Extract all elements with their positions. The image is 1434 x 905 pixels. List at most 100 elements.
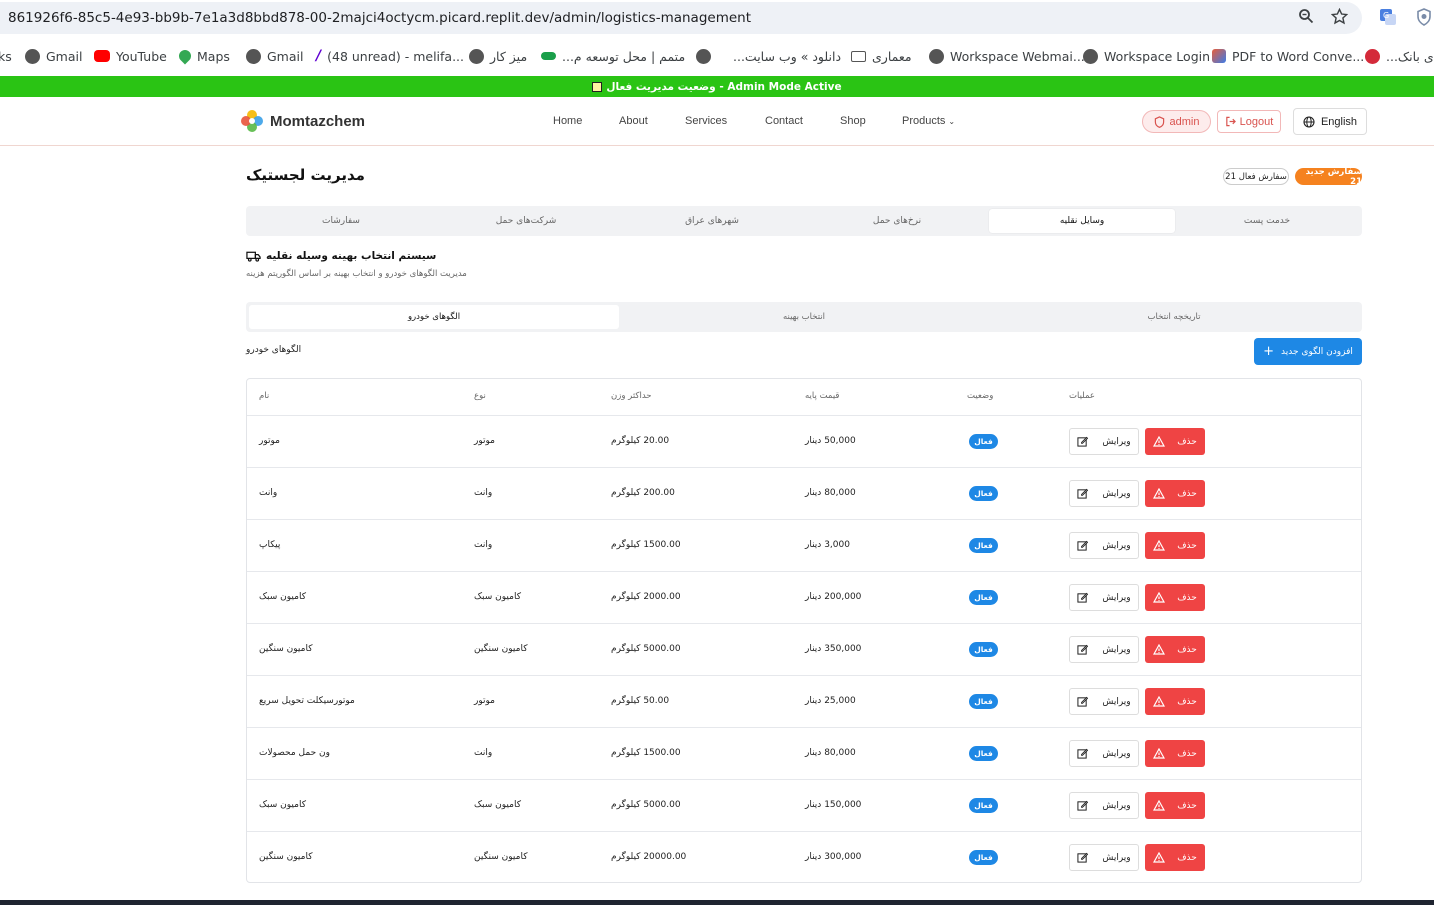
page-title: مدیریت لجستیک <box>246 166 365 184</box>
edit-label: ویرایش <box>1102 540 1131 551</box>
bookmark-maps[interactable]: Maps <box>176 47 230 65</box>
edit-icon <box>1077 800 1089 811</box>
delete-button[interactable]: حذف <box>1145 584 1205 611</box>
table-row: کامیون سنگین کامیون سنگین 20000.00 کیلوگ… <box>247 832 1361 882</box>
cell-base-price: 25,000 دینار <box>805 696 856 706</box>
nav-about[interactable]: About <box>619 115 648 127</box>
cell-name: پیکاپ <box>259 540 281 550</box>
bookmark-globe[interactable] <box>696 47 711 65</box>
tab-carriers[interactable]: شرکت‌های حمل <box>433 209 619 233</box>
edit-button[interactable]: ویرایش <box>1069 480 1139 507</box>
table-header: نام نوع حداکثر وزن قیمت پایه وضعیت عملیا… <box>247 379 1361 416</box>
cell-type: وانت <box>474 540 493 550</box>
bookmark-label: Workspace Login <box>1104 48 1211 64</box>
delete-label: حذف <box>1177 540 1197 551</box>
pdf-icon <box>1212 49 1226 63</box>
nav-shop[interactable]: Shop <box>840 115 866 127</box>
cell-max-weight: 1500.00 کیلوگرم <box>611 540 681 550</box>
tab-orders[interactable]: سفارشات <box>249 209 433 233</box>
table-row: کامیون سبک کامیون سبک 5000.00 کیلوگرم 15… <box>247 780 1361 832</box>
edit-button[interactable]: ویرایش <box>1069 532 1139 559</box>
bookmark-gmail-2[interactable]: Gmail <box>246 47 303 65</box>
bookmark-bank[interactable]: ی بانک... <box>1365 47 1434 65</box>
brand-logo[interactable]: Momtazchem <box>240 109 365 133</box>
bookmark-webmail[interactable]: Workspace Webmai... <box>929 47 1085 65</box>
delete-button[interactable]: حذف <box>1145 428 1205 455</box>
edit-icon <box>1077 540 1089 551</box>
delete-button[interactable]: حذف <box>1145 532 1205 559</box>
bookmark-motamem[interactable]: متمم | محل توسعه م... <box>541 47 685 65</box>
bookmark-workspace-login[interactable]: Workspace Login <box>1083 47 1210 65</box>
warning-icon <box>1153 696 1166 707</box>
edit-label: ویرایش <box>1102 592 1131 603</box>
edit-button[interactable]: ویرایش <box>1069 844 1139 871</box>
status-badge: فعال <box>969 798 998 813</box>
status-badge: فعال <box>969 590 998 605</box>
tab-shipping-rates[interactable]: نرخ‌های حمل <box>805 209 989 233</box>
warning-icon <box>1153 748 1166 759</box>
edit-button[interactable]: ویرایش <box>1069 584 1139 611</box>
delete-button[interactable]: حذف <box>1145 480 1205 507</box>
edit-button[interactable]: ویرایش <box>1069 792 1139 819</box>
motamem-icon <box>541 52 556 60</box>
bookmark-memari[interactable]: معماری <box>851 47 912 65</box>
edit-label: ویرایش <box>1102 644 1131 655</box>
cell-type: کامیون سنگین <box>474 644 528 654</box>
bookmark-download[interactable]: دانلود » وب سایت... <box>733 47 841 65</box>
edit-button[interactable]: ویرایش <box>1069 636 1139 663</box>
bookmark-youtube[interactable]: YouTube <box>94 47 167 65</box>
nav-home[interactable]: Home <box>553 115 582 127</box>
delete-label: حذف <box>1177 748 1197 759</box>
edit-icon <box>1077 592 1089 603</box>
cell-name: کامیون سنگین <box>259 644 313 654</box>
cell-name: ون حمل محصولات <box>259 748 330 758</box>
edit-icon <box>1077 436 1089 447</box>
zoom-icon[interactable] <box>1297 7 1315 25</box>
edit-button[interactable]: ویرایش <box>1069 740 1139 767</box>
delete-label: حذف <box>1177 696 1197 707</box>
bookmark-yahoo[interactable]: / (48 unread) - melifa... <box>316 47 464 65</box>
svg-text:G: G <box>1383 11 1389 20</box>
logout-button[interactable]: Logout <box>1217 110 1281 133</box>
tab-optimal-selection[interactable]: انتخاب بهینه <box>619 305 989 329</box>
status-badge: فعال <box>969 538 998 553</box>
bookmark-label: میز کار <box>490 48 528 64</box>
table-row: پیکاپ وانت 1500.00 کیلوگرم 3,000 دینار ف… <box>247 520 1361 572</box>
address-bar[interactable]: 861926f6-85c5-4e93-bb9b-7e1a3d8bbd878-00… <box>0 2 1362 34</box>
delete-button[interactable]: حذف <box>1145 688 1205 715</box>
tab-vehicle-templates[interactable]: الگوهای خودرو <box>249 305 619 329</box>
nav-contact[interactable]: Contact <box>765 115 803 127</box>
bookmark-pdf[interactable]: PDF to Word Conve... <box>1212 47 1364 65</box>
admin-button[interactable]: admin <box>1142 110 1211 133</box>
taskbar-edge <box>0 900 1434 905</box>
edit-icon <box>1077 488 1089 499</box>
delete-button[interactable]: حذف <box>1145 740 1205 767</box>
tab-postal-service[interactable]: خدمت پست <box>1175 209 1359 233</box>
edit-label: ویرایش <box>1102 800 1131 811</box>
delete-button[interactable]: حذف <box>1145 636 1205 663</box>
shield-extension-icon[interactable] <box>1416 8 1434 26</box>
cell-base-price: 300,000 دینار <box>805 852 862 862</box>
edit-icon <box>1077 852 1089 863</box>
edit-button[interactable]: ویرایش <box>1069 688 1139 715</box>
delete-label: حذف <box>1177 488 1197 499</box>
nav-services[interactable]: Services <box>685 115 727 127</box>
translate-extension-icon[interactable]: G <box>1379 8 1397 26</box>
tab-iraq-cities[interactable]: شهرهای عراق <box>619 209 805 233</box>
chevron-down-icon: ⌄ <box>948 116 956 126</box>
delete-label: حذف <box>1177 592 1197 603</box>
tab-vehicles[interactable]: وسایل نقلیه <box>989 209 1175 233</box>
add-template-button[interactable]: افزودن الگوی جدید + <box>1254 338 1362 365</box>
nav-products[interactable]: Products ⌄ <box>902 115 955 127</box>
bookmark-mizkar[interactable]: میز کار <box>469 47 527 65</box>
language-button[interactable]: English <box>1293 108 1367 135</box>
tab-selection-history[interactable]: تاریخچه انتخاب <box>989 305 1359 329</box>
bookmark-0[interactable]: ks <box>0 47 12 65</box>
bookmark-star-icon[interactable] <box>1330 7 1348 25</box>
bookmark-gmail[interactable]: Gmail <box>25 47 82 65</box>
url-text[interactable]: 861926f6-85c5-4e93-bb9b-7e1a3d8bbd878-00… <box>0 10 751 26</box>
delete-button[interactable]: حذف <box>1145 844 1205 871</box>
bookmark-label: دانلود » وب سایت... <box>733 48 842 64</box>
delete-button[interactable]: حذف <box>1145 792 1205 819</box>
edit-button[interactable]: ویرایش <box>1069 428 1139 455</box>
